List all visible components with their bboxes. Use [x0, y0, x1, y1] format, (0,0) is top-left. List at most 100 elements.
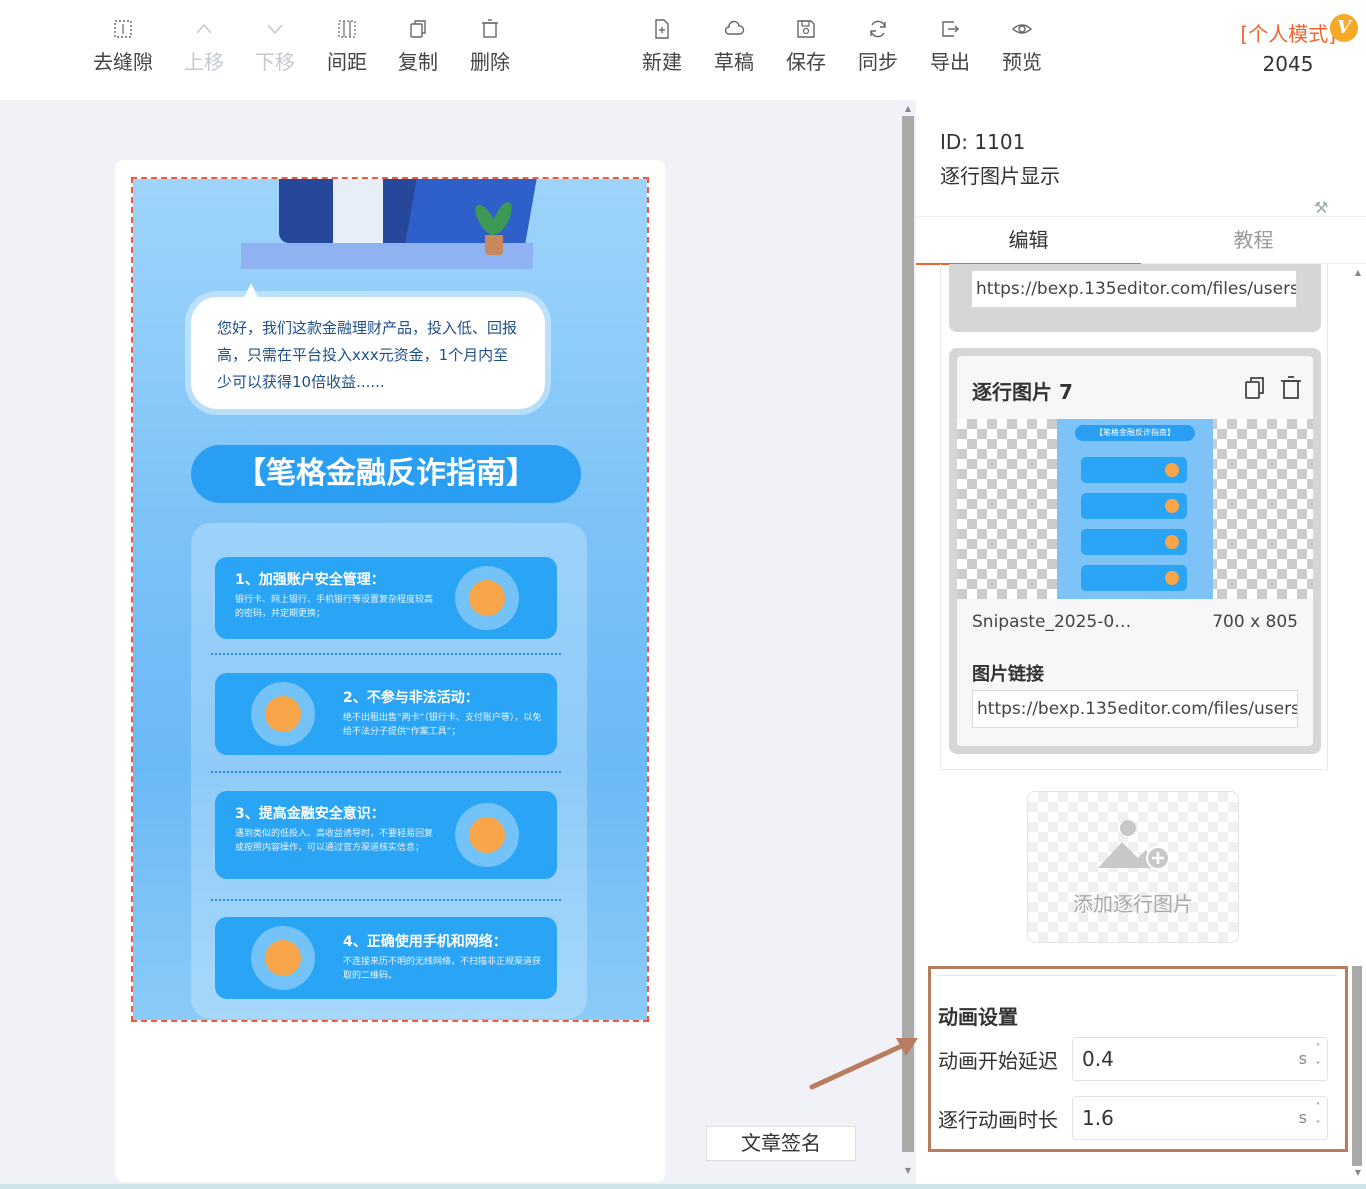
word-count: 2045: [1262, 52, 1314, 76]
poster-laptop: [405, 179, 537, 243]
status-strip: [0, 1184, 1366, 1189]
plant-pot: [485, 235, 503, 255]
shield-icon: [455, 566, 519, 630]
personal-mode-link[interactable]: [个人模式]: [1240, 18, 1336, 47]
remove-gap-label: 去缝隙: [93, 50, 153, 74]
animation-duration-value: 1.6: [1082, 1106, 1114, 1130]
save-button[interactable]: 保存: [771, 18, 841, 75]
tip-desc: 银行卡、网上银行、手机银行等设置复杂程度较高的密码，并定期更换；: [235, 595, 434, 619]
image-dimensions: 700 x 805: [1212, 612, 1298, 632]
draft-label: 草稿: [714, 50, 754, 74]
trash-icon[interactable]: [1277, 374, 1305, 402]
add-image-label: 添加逐行图片: [1073, 892, 1193, 916]
cloud-icon: [724, 20, 745, 35]
divider: [937, 975, 1337, 976]
dotted-divider: [211, 771, 561, 773]
image-thumbnail: 【笔格金融反诈指南】: [1057, 419, 1213, 599]
spacing-icon: [338, 20, 356, 38]
animation-delay-input[interactable]: 0.4 s ˄ ˅: [1072, 1037, 1328, 1081]
image-thumbnail-area[interactable]: 【笔格金融反诈指南】: [957, 419, 1313, 599]
preview-button[interactable]: 预览: [987, 18, 1057, 75]
selected-component[interactable]: 您好，我们这款金融理财产品，投入低、回报高，只需在平台投入xxx元资金，1个月内…: [131, 177, 649, 1022]
properties-panel: ID: 1101 逐行图片显示 ⚒ 编辑 教程 https://bexp.135…: [916, 100, 1366, 1189]
delete-label: 删除: [470, 50, 510, 74]
spacing-label: 间距: [327, 50, 367, 74]
thumbnail-card: [1081, 493, 1187, 519]
wrench-icon[interactable]: ⚒: [1314, 198, 1328, 217]
scroll-up-icon[interactable]: ▲: [902, 104, 914, 113]
copy-icon: [410, 20, 426, 38]
tip-card: 2、不参与非法活动： 绝不出租出售“两卡”（银行卡、支付账户等），以免给不法分子…: [215, 673, 557, 755]
animation-delay-value: 0.4: [1082, 1047, 1114, 1071]
tip-title: 2、不参与非法活动：: [343, 690, 479, 706]
tip-card: 1、加强账户安全管理： 银行卡、网上银行、手机银行等设置复杂程度较高的密码，并定…: [215, 557, 557, 639]
thumbnail-banner: 【笔格金融反诈指南】: [1075, 425, 1195, 441]
animation-settings-section: 动画设置 动画开始延迟 0.4 s ˄ ˅ 逐行动画时长 1.6 s ˄ ˅: [928, 966, 1348, 1152]
sync-icon: [870, 20, 886, 38]
scroll-down-icon[interactable]: ▼: [1352, 1168, 1364, 1177]
add-image-button[interactable]: 添加逐行图片: [1027, 791, 1239, 943]
image-item-title: 逐行图片 7: [972, 380, 1073, 404]
export-icon: [942, 21, 959, 37]
copy-button[interactable]: 复制: [383, 18, 453, 75]
animation-duration-input[interactable]: 1.6 s ˄ ˅: [1072, 1096, 1328, 1140]
canvas-scrollbar[interactable]: [902, 116, 914, 1152]
image-list: https://bexp.135editor.com/files/users/0…: [940, 264, 1328, 770]
preview-label: 预览: [1002, 50, 1042, 74]
poster-banner: 【笔格金融反诈指南】: [191, 445, 581, 503]
tab-tutorial[interactable]: 教程: [1141, 217, 1366, 265]
scroll-up-icon[interactable]: ▲: [1352, 268, 1364, 277]
export-button[interactable]: 导出: [915, 18, 985, 75]
stepper-icon[interactable]: ˄ ˅: [1311, 1099, 1325, 1135]
tip-title: 3、提高金融安全意识：: [235, 806, 385, 822]
image-link-label: 图片链接: [972, 664, 1044, 685]
toolbar: 去缝隙 上移 下移 间距 复制 删除 新建 草稿 保存 同步 导出 预览 [个人…: [0, 0, 1366, 100]
new-button[interactable]: 新建: [627, 18, 697, 75]
article-signature-button[interactable]: 文章签名: [706, 1126, 856, 1161]
image-filename: Snipaste_2025-0…: [972, 612, 1132, 632]
unit-label: s: [1298, 1108, 1307, 1127]
animation-duration-label: 逐行动画时长: [938, 1108, 1058, 1132]
previous-image-url-field[interactable]: https://bexp.135editor.com/files/users/0…: [971, 270, 1297, 308]
image-link-field[interactable]: https://bexp.135editor.com/files/users/0…: [972, 690, 1298, 728]
trash-icon: [482, 19, 498, 38]
move-up-button[interactable]: 上移: [169, 18, 239, 75]
dotted-divider: [211, 653, 561, 655]
annotation-arrow-icon: [809, 1038, 918, 1090]
image-item-block: 逐行图片 7 【笔格金融反诈指南】 Snipaste_2025-0… 700 x…: [949, 348, 1321, 754]
previous-image-block: https://bexp.135editor.com/files/users/0…: [949, 264, 1321, 332]
image-item-card: 逐行图片 7 【笔格金融反诈指南】 Snipaste_2025-0… 700 x…: [957, 356, 1313, 746]
remove-gap-button[interactable]: 去缝隙: [88, 18, 158, 75]
thumbnail-card: [1081, 565, 1187, 591]
draft-button[interactable]: 草稿: [699, 18, 769, 75]
export-label: 导出: [930, 50, 970, 74]
sync-button[interactable]: 同步: [843, 18, 913, 75]
coin-icon: [251, 682, 315, 746]
move-down-button[interactable]: 下移: [240, 18, 310, 75]
stepper-icon[interactable]: ˄ ˅: [1311, 1040, 1325, 1076]
tip-desc: 遇到类似的低投入、高收益诱导时，不要轻易回复或按照内容操作，可以通过官方渠道核实…: [235, 829, 434, 853]
scroll-down-icon[interactable]: ▼: [902, 1166, 914, 1175]
chevron-up-icon: [196, 23, 212, 34]
component-name: 逐行图片显示: [940, 164, 1060, 188]
tip-title: 4、正确使用手机和网络：: [343, 934, 507, 950]
sync-label: 同步: [858, 50, 898, 74]
tip-desc: 绝不出租出售“两卡”（银行卡、支付账户等），以免给不法分子提供“作案工具”；: [343, 713, 542, 737]
panel-scrollbar[interactable]: [1352, 966, 1362, 1166]
save-label: 保存: [786, 50, 826, 74]
animation-settings-title: 动画设置: [938, 1005, 1018, 1029]
copy-icon[interactable]: [1241, 374, 1269, 402]
editor-root: 去缝隙 上移 下移 间距 复制 删除 新建 草稿 保存 同步 导出 预览 [个人…: [0, 0, 1366, 1189]
tab-edit[interactable]: 编辑: [916, 217, 1141, 265]
money-bag-icon: [455, 803, 519, 867]
eye-icon: [1011, 24, 1033, 34]
delete-button[interactable]: 删除: [455, 18, 525, 75]
tip-title: 1、加强账户安全管理：: [235, 572, 385, 588]
poster-image: 您好，我们这款金融理财产品，投入低、回报高，只需在平台投入xxx元资金，1个月内…: [133, 179, 647, 1020]
tip-card: 3、提高金融安全意识： 遇到类似的低投入、高收益诱导时，不要轻易回复或按照内容操…: [215, 791, 557, 879]
animation-delay-label: 动画开始延迟: [938, 1049, 1058, 1073]
vip-badge-icon[interactable]: V: [1330, 14, 1358, 42]
spacing-button[interactable]: 间距: [312, 18, 382, 75]
chevron-down-icon: [267, 24, 283, 35]
thumbnail-card: [1081, 529, 1187, 555]
